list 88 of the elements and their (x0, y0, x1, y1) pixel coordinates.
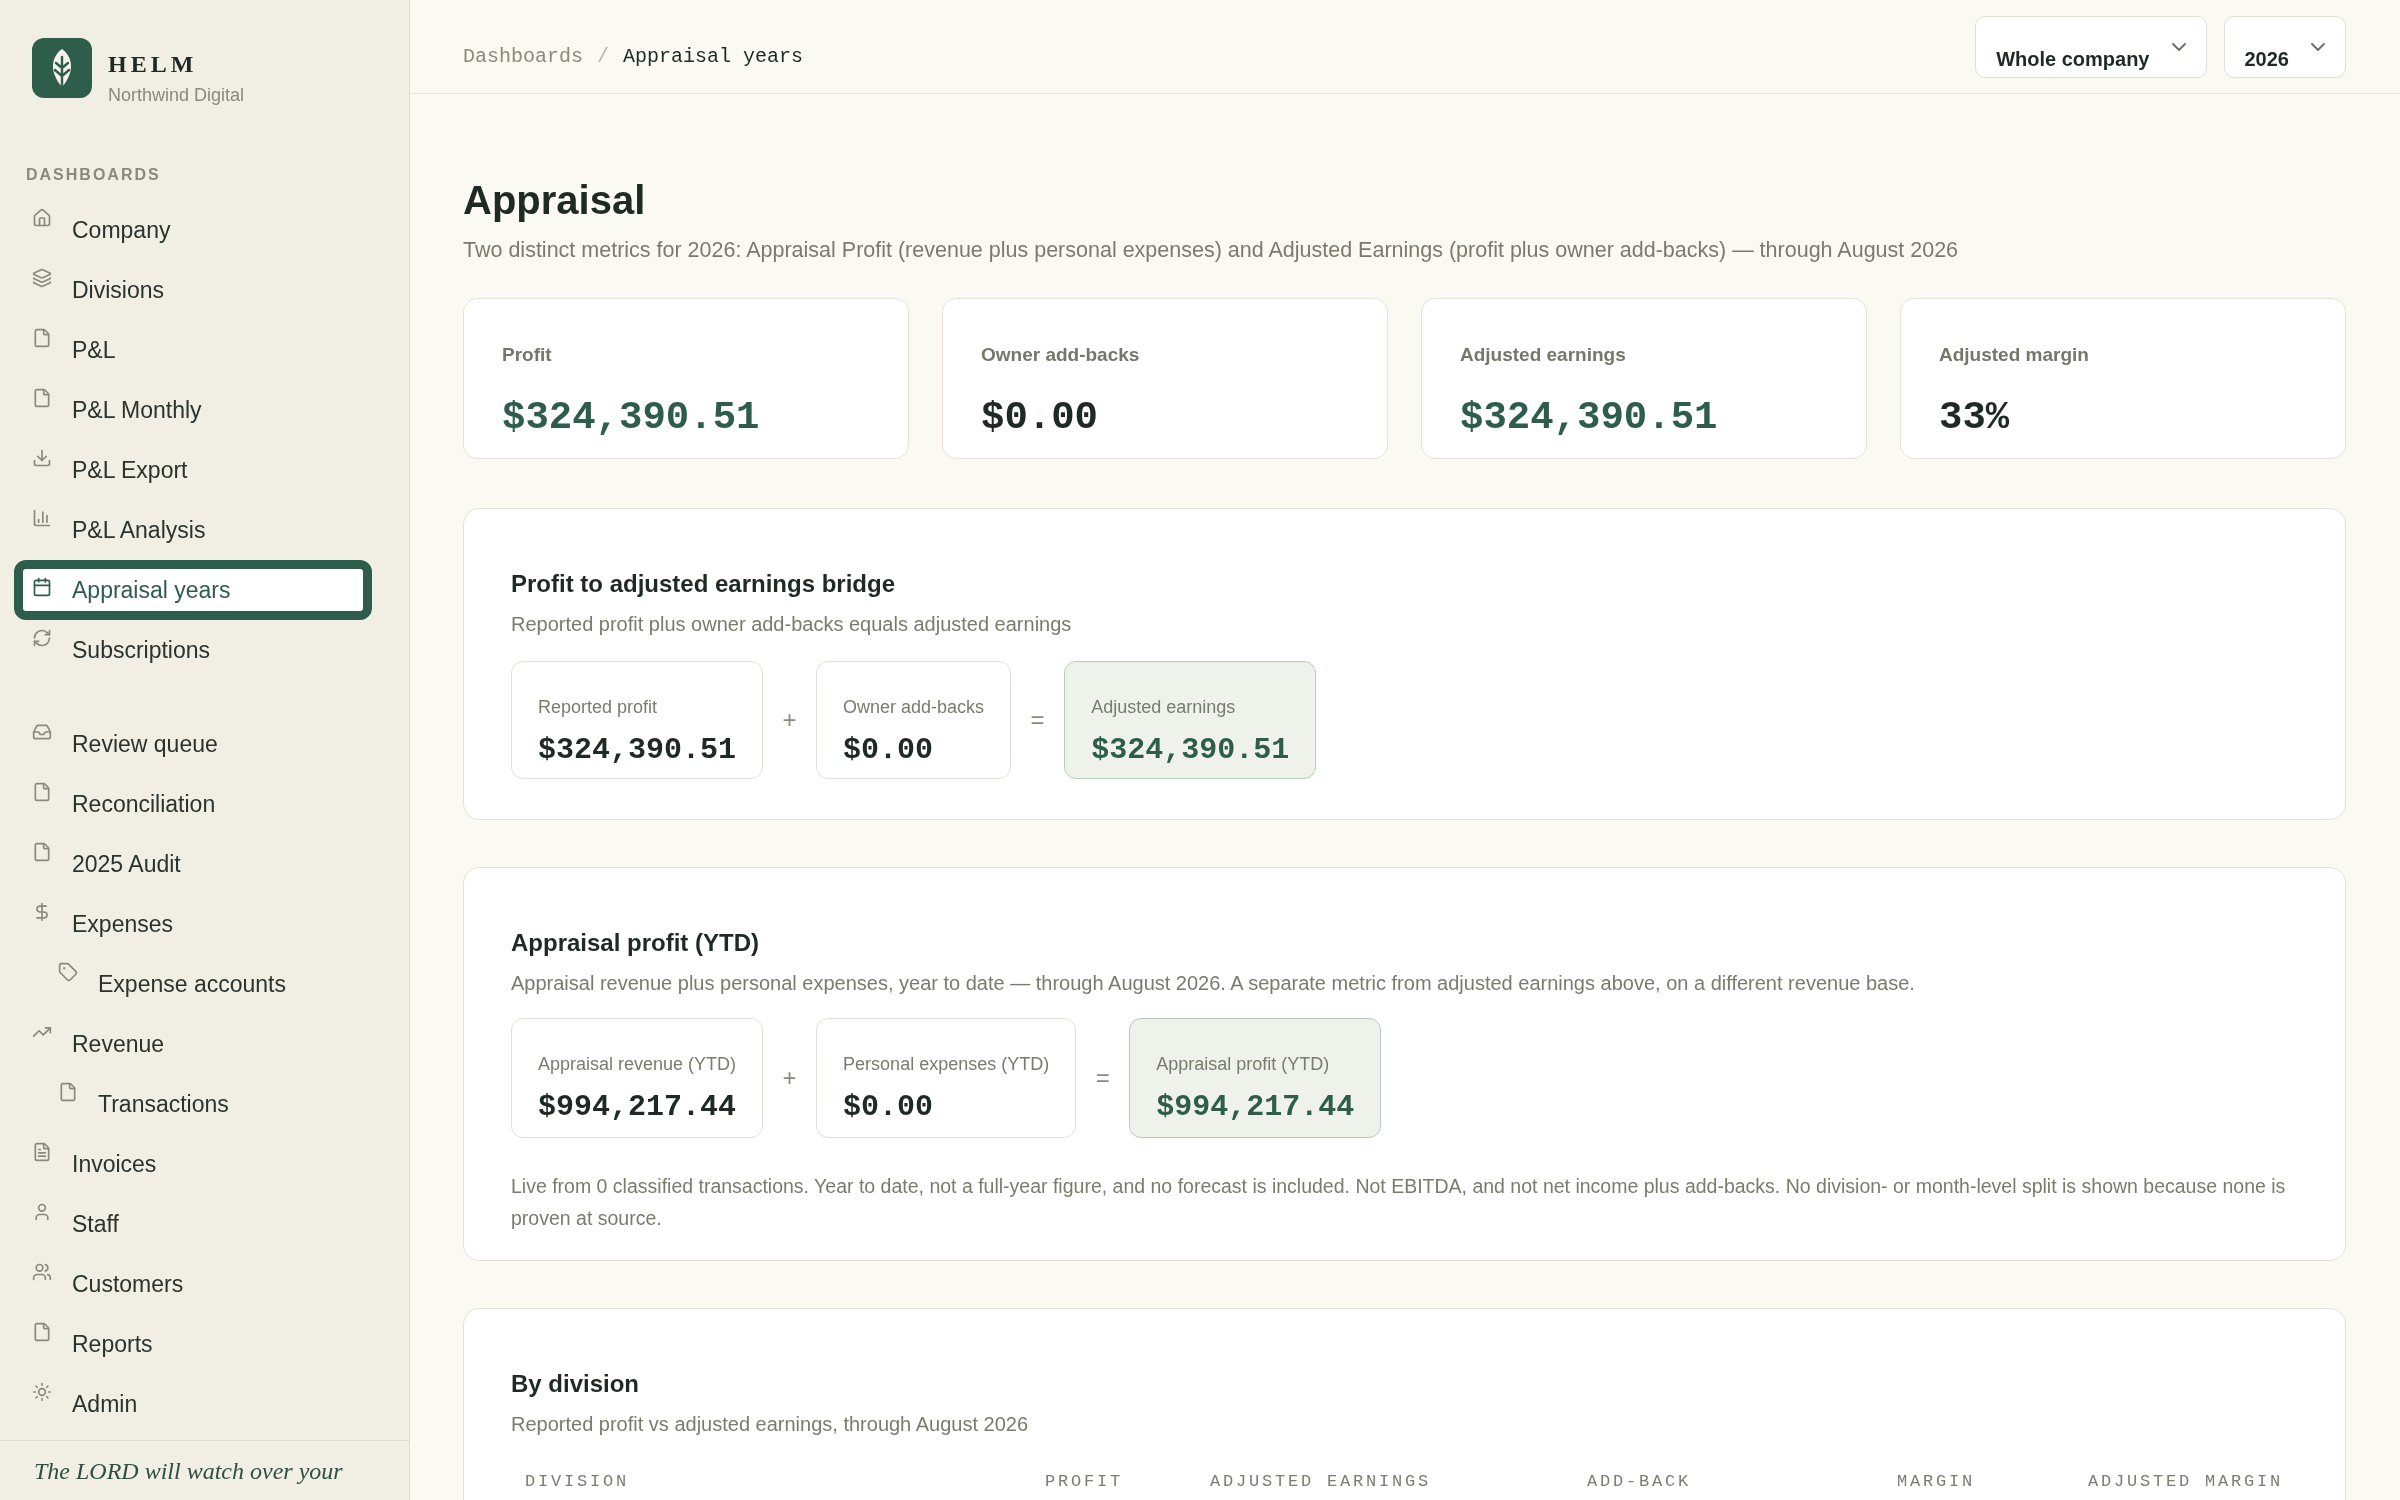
operator-sign: = (1094, 1064, 1111, 1092)
operator-sign: + (781, 706, 798, 734)
term-label: Owner add-backs (843, 696, 985, 719)
footer-quote: The LORD will watch over your (34, 1458, 343, 1484)
sidebar-item[interactable]: Staff (14, 1194, 372, 1254)
inbox-icon (32, 722, 52, 742)
sidebar-item[interactable]: Appraisal years (14, 560, 372, 620)
file-icon (32, 842, 52, 862)
filter-dropdown[interactable]: Whole company (1975, 15, 2207, 78)
chevron-down-icon (2311, 42, 2325, 51)
term-value: $994,217.44 (1156, 1090, 1355, 1124)
stat-label: Adjusted margin (1939, 343, 2089, 367)
footnote: Live from 0 classified transactions. Year to date, not a full-year figure, and no forecast is included. Not EBITDA, and not net income plus add-backs. No division- or month-level split is shown because none is proven at source. (511, 1174, 2287, 1231)
card-subtitle: Reported profit vs adjusted earnings, through August 2026 (511, 1412, 1028, 1437)
brand-name: HELM (108, 50, 198, 78)
page-title: Appraisal (463, 177, 647, 224)
stat-value: 33% (1939, 395, 2010, 441)
section-label: DASHBOARDS (26, 166, 161, 184)
file-icon (32, 328, 52, 348)
column-header: ADJUSTED MARGIN (2086, 1471, 2284, 1493)
sidebar-item[interactable]: P&L Analysis (14, 500, 372, 560)
refresh-icon (32, 628, 52, 648)
bar-chart-icon (32, 508, 52, 528)
stat-value: $324,390.51 (1460, 395, 1718, 441)
leaf-logo-icon (32, 38, 92, 98)
term-value: $0.00 (843, 1090, 934, 1124)
calendar-icon (32, 577, 52, 597)
sidebar-item[interactable]: Divisions (14, 260, 372, 320)
sidebar-item[interactable]: Review queue (14, 714, 372, 774)
stat-value: $324,390.51 (502, 395, 760, 441)
card-title: Appraisal profit (YTD) (511, 928, 759, 958)
layers-icon (32, 268, 52, 288)
card-title: Profit to adjusted earnings bridge (511, 569, 896, 599)
column-header: ADJUSTED EARNINGS (1208, 1471, 1432, 1493)
page-subtitle: Two distinct metrics for 2026: Appraisal Profit (revenue plus personal expenses) and Adjusted Earnings (profit plus owner add-backs) — through August 2026 (463, 237, 1960, 264)
sidebar-item[interactable]: P&L Monthly (14, 380, 372, 440)
sidebar-item[interactable]: Invoices (14, 1134, 372, 1194)
sidebar-item[interactable]: Expense accounts (14, 954, 372, 1014)
stat-label: Owner add-backs (981, 343, 1140, 367)
tag-icon (58, 962, 78, 982)
card-subtitle: Reported profit plus owner add-backs equals adjusted earnings (511, 612, 1072, 637)
column-header: DIVISION (524, 1471, 630, 1493)
sidebar-item[interactable]: Transactions (14, 1074, 372, 1134)
column-header: ADD-BACK (1586, 1471, 1692, 1493)
user-icon (32, 1202, 52, 1222)
sidebar-item[interactable]: Reconciliation (14, 774, 372, 834)
sidebar-item[interactable]: Subscriptions (14, 620, 372, 680)
file-icon (32, 782, 52, 802)
file-icon (32, 1322, 52, 1342)
column-header: PROFIT (1044, 1471, 1124, 1493)
stat-value: $0.00 (981, 395, 1099, 441)
sidebar-item[interactable]: 2025 Audit (14, 834, 372, 894)
filter-dropdown[interactable]: 2026 (2223, 15, 2346, 78)
term-value: $0.00 (843, 733, 934, 767)
stat-label: Profit (502, 343, 552, 367)
column-header: MARGIN (1896, 1471, 1976, 1493)
sidebar-item[interactable]: Customers (14, 1254, 372, 1314)
document-icon (32, 1142, 52, 1162)
download-icon (32, 448, 52, 468)
sun-icon (32, 1382, 52, 1402)
term-value: $324,390.51 (1091, 733, 1290, 767)
file-icon (58, 1082, 78, 1102)
breadcrumb-separator: / (597, 44, 610, 69)
house-icon (32, 208, 52, 228)
term-label: Reported profit (538, 696, 658, 719)
operator-sign: + (781, 1064, 798, 1092)
term-value: $994,217.44 (538, 1090, 737, 1124)
sidebar-item[interactable]: Revenue (14, 1014, 372, 1074)
sidebar-item[interactable]: Reports (14, 1314, 372, 1374)
chevron-down-icon (2171, 42, 2186, 51)
sidebar-item[interactable]: P&L (14, 320, 372, 380)
sidebar-item[interactable]: P&L Export (14, 440, 372, 500)
term-label: Personal expenses (YTD) (843, 1053, 1050, 1076)
stat-label: Adjusted earnings (1460, 343, 1626, 367)
card-subtitle: Appraisal revenue plus personal expenses, year to date — through August 2026. A separate metric from adjusted earnings above, on a different revenue base. (511, 971, 1915, 996)
term-value: $324,390.51 (538, 733, 737, 767)
brand-subtitle: Northwind Digital (108, 84, 245, 106)
sidebar-item[interactable]: Company (14, 200, 372, 260)
card-title: By division (511, 1369, 640, 1399)
term-label: Appraisal revenue (YTD) (538, 1053, 737, 1076)
term-label: Appraisal profit (YTD) (1156, 1053, 1330, 1076)
file-icon (32, 388, 52, 408)
term-label: Adjusted earnings (1091, 696, 1236, 719)
sidebar-item[interactable]: Admin (14, 1374, 372, 1434)
sidebar-item[interactable]: Expenses (14, 894, 372, 954)
operator-sign: = (1029, 706, 1046, 734)
users-icon (32, 1262, 52, 1282)
breadcrumb-current: Appraisal years (623, 44, 804, 69)
